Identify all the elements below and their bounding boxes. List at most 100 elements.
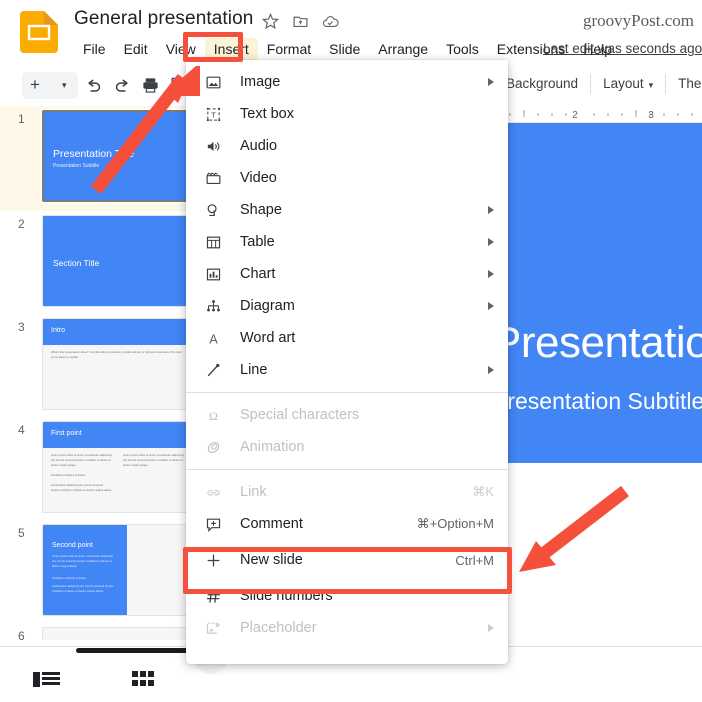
placeholder-icon	[202, 618, 224, 638]
submenu-arrow-icon	[488, 78, 494, 86]
line-icon	[202, 360, 224, 380]
list-item[interactable]: 5 Second point Lorem ipsum dolor sit ame…	[0, 520, 187, 623]
menu-item-word-art[interactable]: A Word art	[186, 322, 508, 354]
print-icon[interactable]	[141, 76, 160, 100]
menu-item-new-slide[interactable]: New slide Ctrl+M	[186, 540, 508, 580]
menu-format[interactable]: Format	[258, 38, 320, 60]
google-slides-window: General presentation groovyPost.com File…	[0, 0, 702, 702]
chevron-down-icon[interactable]: ▾	[62, 79, 67, 91]
slide-number: 5	[18, 526, 25, 540]
ruler-tick-2: 2	[572, 110, 578, 121]
menu-bar: File Edit View Insert Format Slide Arran…	[74, 38, 621, 60]
menu-arrange[interactable]: Arrange	[369, 38, 437, 60]
menu-item-chart[interactable]: Chart	[186, 258, 508, 290]
thumb-body-text: What's this presentation about? Use this…	[51, 351, 182, 359]
submenu-arrow-icon	[488, 302, 494, 310]
slide-thumbnail[interactable]: Presentation Title Presentation Subtitle	[42, 110, 187, 202]
menu-item-shortcut: ⌘+Option+M	[416, 516, 494, 531]
menu-item-special-characters[interactable]: Ω Special characters	[186, 399, 508, 431]
menu-item-video[interactable]: Video	[186, 162, 508, 194]
menu-item-shape[interactable]: Shape	[186, 194, 508, 226]
menu-insert[interactable]: Insert	[204, 38, 258, 60]
thumb-body-left3: Consectetur adipiscing elit, sed do eius…	[51, 484, 112, 492]
filmstrip-view-icon[interactable]	[33, 670, 60, 694]
last-edit-status[interactable]: Last edit was seconds ago	[543, 41, 702, 56]
slide-number: 3	[18, 320, 25, 334]
menu-item-diagram[interactable]: Diagram	[186, 290, 508, 322]
move-to-folder-icon[interactable]	[292, 13, 309, 30]
undo-icon[interactable]	[84, 76, 103, 100]
thumb-title: Section Title	[53, 258, 100, 268]
menu-item-comment[interactable]: Comment ⌘+Option+M	[186, 508, 508, 540]
slide-number: 2	[18, 217, 25, 231]
menu-item-label: Text box	[240, 106, 294, 122]
svg-text:A: A	[209, 331, 218, 346]
slide-number: 4	[18, 423, 25, 437]
submenu-arrow-icon	[488, 206, 494, 214]
slide-filmstrip[interactable]: 1 Presentation Title Presentation Subtit…	[0, 106, 188, 646]
layout-button[interactable]: Layout ▾	[592, 73, 664, 94]
menu-item-animation[interactable]: Animation	[186, 431, 508, 463]
menu-view[interactable]: View	[157, 38, 205, 60]
menu-item-line[interactable]: Line	[186, 354, 508, 386]
menu-edit[interactable]: Edit	[115, 38, 157, 60]
thumb-side-panel	[43, 525, 127, 615]
plus-icon[interactable]: +	[30, 76, 40, 93]
redo-icon[interactable]	[113, 76, 132, 100]
thumb-body-right: Lorem ipsum dolor sit amet, consectetur …	[123, 454, 184, 467]
current-slide[interactable]: Presentation Title Presentation Subtitle	[492, 123, 702, 463]
menu-item-label: Word art	[240, 330, 296, 346]
ruler-tick-3: 3	[648, 110, 654, 121]
document-title[interactable]: General presentation	[74, 8, 253, 30]
text-box-icon: T	[202, 104, 224, 124]
slide-thumbnail[interactable]: First point Lorem ipsum dolor sit amet, …	[42, 421, 187, 513]
slide-thumbnail[interactable]: Section Title	[42, 215, 187, 307]
menu-tools[interactable]: Tools	[437, 38, 488, 60]
menu-item-label: Shape	[240, 202, 282, 218]
menu-item-label: Diagram	[240, 298, 295, 314]
menu-item-label: Audio	[240, 138, 278, 154]
list-item[interactable]: 2 Section Title	[0, 211, 187, 314]
thumb-title: Presentation Title	[53, 148, 135, 160]
menu-file[interactable]: File	[74, 38, 115, 60]
background-button[interactable]: Background	[495, 73, 589, 94]
menu-slide[interactable]: Slide	[320, 38, 369, 60]
diagram-icon	[202, 296, 224, 316]
word-art-icon: A	[202, 328, 224, 348]
shape-icon	[202, 200, 224, 220]
insert-menu[interactable]: Image T Text box Audio Video Shape Table…	[186, 60, 508, 664]
menu-item-placeholder[interactable]: Placeholder	[186, 612, 508, 644]
menu-item-label: Placeholder	[240, 620, 317, 636]
plus-icon	[202, 550, 224, 570]
theme-button[interactable]: Theme	[667, 73, 702, 94]
menu-item-slide-numbers[interactable]: Slide numbers	[186, 580, 508, 612]
star-icon[interactable]	[261, 12, 280, 30]
menu-item-audio[interactable]: Audio	[186, 130, 508, 162]
toolbar-right-group: Background Layout▾ Theme Transition	[495, 73, 702, 94]
grid-view-icon[interactable]	[132, 671, 155, 693]
menu-item-label: Special characters	[240, 407, 360, 423]
menu-item-image[interactable]: Image	[186, 66, 508, 98]
menu-item-label: Animation	[240, 439, 305, 455]
slide-number: 1	[18, 112, 25, 126]
thumb-title: Second point	[52, 542, 93, 549]
menu-item-shortcut: Ctrl+M	[455, 552, 494, 568]
slide-subtitle-text[interactable]: Presentation Subtitle	[492, 388, 702, 415]
list-item[interactable]: 4 First point Lorem ipsum dolor sit amet…	[0, 417, 187, 520]
menu-separator	[186, 469, 508, 470]
slide-title-text[interactable]: Presentation Title	[492, 318, 702, 368]
chart-icon	[202, 264, 224, 284]
slide-thumbnail[interactable]: Second point Lorem ipsum dolor sit amet,…	[42, 524, 187, 616]
menu-item-label: Line	[240, 362, 268, 378]
list-item[interactable]: 3 Intro What's this presentation about? …	[0, 314, 187, 417]
menu-item-table[interactable]: Table	[186, 226, 508, 258]
google-slides-logo	[20, 11, 58, 53]
video-icon	[202, 168, 224, 188]
menu-item-label: Video	[240, 170, 277, 186]
menu-item-text-box[interactable]: T Text box	[186, 98, 508, 130]
cloud-saved-icon[interactable]	[322, 13, 339, 30]
list-item[interactable]: 1 Presentation Title Presentation Subtit…	[0, 106, 187, 211]
menu-item-link[interactable]: Link ⌘K	[186, 476, 508, 508]
slide-thumbnail[interactable]: Intro What's this presentation about? Us…	[42, 318, 187, 410]
title-action-icons	[261, 12, 339, 30]
